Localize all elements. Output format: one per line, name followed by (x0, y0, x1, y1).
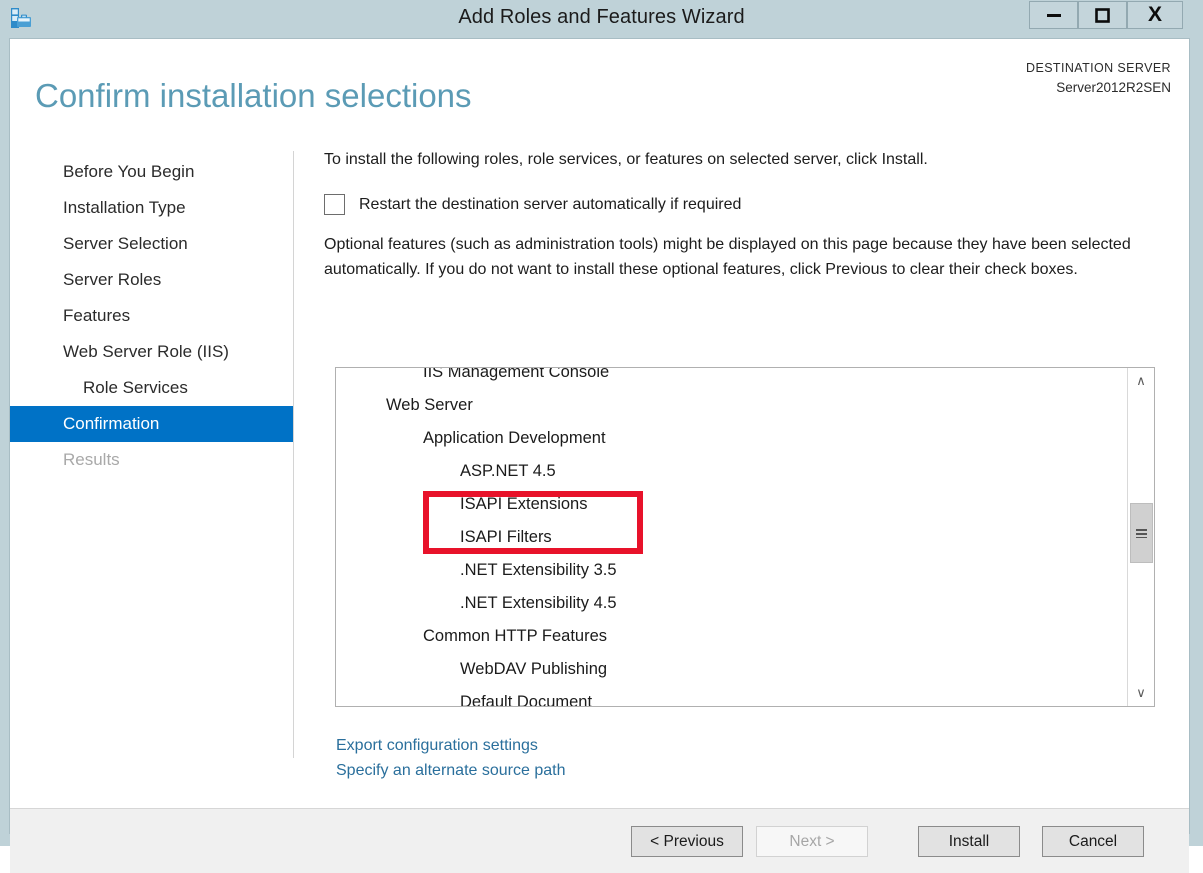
feature-row: ISAPI Extensions (336, 488, 1128, 521)
maximize-button[interactable] (1078, 1, 1127, 29)
sidebar-item-role-services[interactable]: Role Services (10, 370, 293, 406)
sidebar-item-before-you-begin[interactable]: Before You Begin (10, 154, 293, 190)
close-icon: X (1148, 3, 1162, 27)
page-title: Confirm installation selections (35, 77, 472, 115)
wizard-window: Add Roles and Features Wizard X Confirm … (0, 0, 1203, 846)
wizard-client-area: Confirm installation selections DESTINAT… (9, 38, 1190, 834)
maximize-icon (1095, 8, 1110, 23)
wizard-links: Export configuration settings Specify an… (336, 733, 565, 783)
sidebar-divider (293, 151, 294, 758)
cancel-button[interactable]: Cancel (1042, 826, 1144, 857)
feature-row: Application Development (336, 422, 1128, 455)
window-title: Add Roles and Features Wizard (0, 6, 1203, 29)
minimize-button[interactable] (1029, 1, 1078, 29)
sidebar-item-results: Results (10, 442, 293, 478)
restart-checkbox-row[interactable]: Restart the destination server automatic… (324, 194, 1154, 215)
scroll-up-icon[interactable]: ∧ (1128, 368, 1154, 394)
feature-row: .NET Extensibility 3.5 (336, 554, 1128, 587)
restart-checkbox[interactable] (324, 194, 345, 215)
title-bar[interactable]: Add Roles and Features Wizard X (0, 0, 1203, 37)
wizard-step-nav: Before You BeginInstallation TypeServer … (10, 154, 293, 754)
sidebar-item-features[interactable]: Features (10, 298, 293, 334)
sidebar-item-installation-type[interactable]: Installation Type (10, 190, 293, 226)
sidebar-item-server-selection[interactable]: Server Selection (10, 226, 293, 262)
feature-row: .NET Extensibility 4.5 (336, 587, 1128, 620)
destination-server-info: DESTINATION SERVER Server2012R2SEN (1026, 59, 1171, 97)
listbox-scrollbar[interactable]: ∧ ∨ (1127, 368, 1154, 706)
install-button[interactable]: Install (918, 826, 1020, 857)
feature-row: Default Document (336, 686, 1128, 707)
feature-row: ASP.NET 4.5 (336, 455, 1128, 488)
previous-button[interactable]: < Previous (631, 826, 743, 857)
feature-row: Common HTTP Features (336, 620, 1128, 653)
feature-list: IIS Management ConsoleWeb ServerApplicat… (336, 367, 1128, 707)
feature-row: IIS Management Console (336, 367, 1128, 389)
specify-alternate-source-path-link[interactable]: Specify an alternate source path (336, 758, 565, 783)
optional-features-paragraph: Optional features (such as administratio… (324, 232, 1152, 282)
next-button: Next > (756, 826, 868, 857)
sidebar-item-server-roles[interactable]: Server Roles (10, 262, 293, 298)
main-content: To install the following roles, role ser… (324, 149, 1154, 282)
export-configuration-settings-link[interactable]: Export configuration settings (336, 733, 565, 758)
feature-row: ISAPI Filters (336, 521, 1128, 554)
scrollbar-grip-icon (1136, 529, 1147, 538)
destination-server-label: DESTINATION SERVER (1026, 59, 1171, 78)
close-button[interactable]: X (1127, 1, 1183, 29)
intro-text: To install the following roles, role ser… (324, 149, 1154, 171)
wizard-footer: < Previous Next > Install Cancel (10, 809, 1189, 873)
minimize-icon (1047, 13, 1061, 17)
destination-server-name: Server2012R2SEN (1026, 78, 1171, 97)
selected-features-listbox[interactable]: IIS Management ConsoleWeb ServerApplicat… (335, 367, 1155, 707)
scroll-down-icon[interactable]: ∨ (1128, 680, 1154, 706)
restart-checkbox-label: Restart the destination server automatic… (359, 196, 741, 214)
scrollbar-thumb[interactable] (1130, 503, 1153, 563)
sidebar-item-web-server-role-iis[interactable]: Web Server Role (IIS) (10, 334, 293, 370)
feature-row: WebDAV Publishing (336, 653, 1128, 686)
sidebar-item-confirmation[interactable]: Confirmation (10, 406, 293, 442)
feature-row: Web Server (336, 389, 1128, 422)
